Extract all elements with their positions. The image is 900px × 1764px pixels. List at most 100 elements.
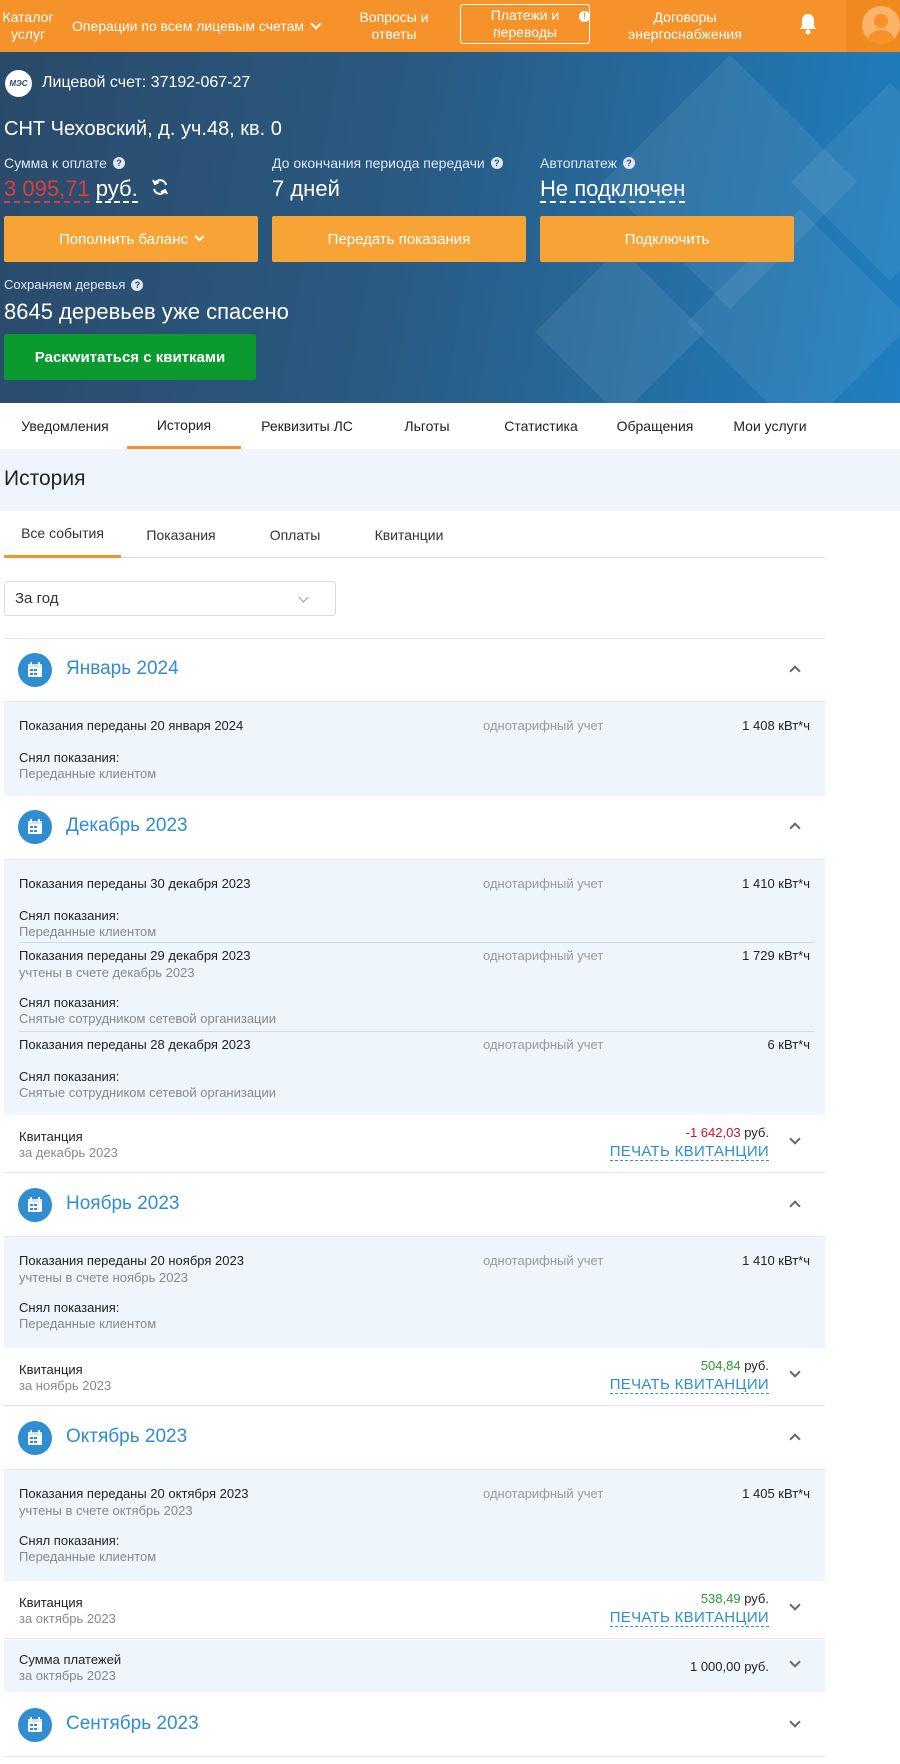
chevron-down-icon[interactable] bbox=[789, 1366, 801, 1378]
month-header[interactable]: Ноябрь 2023 bbox=[4, 1174, 825, 1236]
tab-statistics[interactable]: Статистика bbox=[486, 403, 596, 449]
receipt-row[interactable]: Квитанция за ноябрь 2023 504,84 руб. ПЕЧ… bbox=[4, 1348, 825, 1406]
month-title: Ноябрь 2023 bbox=[66, 1193, 180, 1214]
connect-autopay-button[interactable]: Подключить bbox=[540, 216, 794, 262]
help-icon[interactable]: ? bbox=[131, 278, 144, 291]
reading-title: Показания переданы 20 октября 2023 bbox=[19, 1486, 249, 1501]
tab-my-services[interactable]: Мои услуги bbox=[714, 403, 826, 449]
receipt-title: Квитанция bbox=[19, 1129, 83, 1144]
topup-balance-button[interactable]: Пополнить баланс bbox=[4, 216, 258, 262]
reading-tariff: однотарифный учет bbox=[483, 876, 604, 891]
chevron-up-icon[interactable] bbox=[789, 665, 801, 677]
autopay-status[interactable]: Не подключен bbox=[540, 176, 686, 203]
print-receipt-link[interactable]: ПЕЧАТЬ КВИТАНЦИИ bbox=[609, 1609, 769, 1627]
chevron-down-icon[interactable] bbox=[789, 1716, 801, 1728]
month-header[interactable]: Январь 2024 bbox=[4, 639, 825, 701]
help-icon[interactable]: ? bbox=[490, 157, 503, 169]
tab-account-details[interactable]: Реквизиты ЛС bbox=[248, 403, 366, 449]
receipt-period: за ноябрь 2023 bbox=[19, 1378, 112, 1393]
submit-readings-label: Передать показания bbox=[327, 230, 471, 248]
receipt-period: за декабрь 2023 bbox=[19, 1145, 118, 1160]
reading-billed-in: учтены в счете ноябрь 2023 bbox=[19, 1270, 188, 1285]
receipt-row[interactable]: Квитанция за октябрь 2023 538,49 руб. ПЕ… bbox=[4, 1581, 825, 1639]
chevron-down-icon bbox=[298, 592, 309, 603]
tab-readings[interactable]: Показания bbox=[126, 511, 236, 558]
reading-title: Показания переданы 20 ноября 2023 bbox=[19, 1253, 244, 1268]
trees-label-text: Сохраняем деревья bbox=[4, 277, 126, 292]
tab-history[interactable]: История bbox=[127, 403, 241, 449]
history-header: История bbox=[0, 449, 900, 511]
payments-sum-row[interactable]: Сумма платежей за октябрь 2023 1 000,00 … bbox=[4, 1640, 825, 1692]
account-number: Лицевой счет: 37192-067-27 bbox=[42, 74, 250, 92]
tab-all-events[interactable]: Все события bbox=[4, 511, 121, 558]
reading-billed-in: учтены в счете декабрь 2023 bbox=[19, 965, 195, 980]
nav-catalog[interactable]: Каталог услуг bbox=[0, 0, 56, 52]
chevron-down-icon[interactable] bbox=[789, 1656, 801, 1668]
sum-amount[interactable]: 3 095,71 bbox=[4, 176, 90, 203]
chevron-up-icon[interactable] bbox=[789, 1433, 801, 1445]
user-avatar-icon[interactable] bbox=[862, 6, 900, 44]
trees-label: Сохраняем деревья? bbox=[4, 277, 144, 292]
history-filter-tabs: Все события Показания Оплаты Квитанции bbox=[4, 511, 825, 558]
month-header[interactable]: Октябрь 2023 bbox=[4, 1407, 825, 1469]
reading-taken-by: Переданные клиентом bbox=[19, 766, 157, 781]
receipt-title: Квитанция bbox=[19, 1362, 83, 1377]
month-header[interactable]: Сентябрь 2023 bbox=[4, 1694, 825, 1756]
reading-value: 1 410 кВт*ч bbox=[742, 1253, 810, 1268]
month-header[interactable]: Декабрь 2023 bbox=[4, 796, 825, 858]
reading-title: Показания переданы 30 декабря 2023 bbox=[19, 876, 251, 891]
receipt-row[interactable]: Квитанция за декабрь 2023 -1 642,03 руб.… bbox=[4, 1115, 825, 1173]
reading-taken-by-label: Снял показания: bbox=[19, 750, 120, 765]
receipt-amount: -1 642,03 руб. bbox=[686, 1125, 769, 1140]
reading-tariff: однотарифный учет bbox=[483, 1037, 604, 1052]
reading-tariff: однотарифный учет bbox=[483, 718, 604, 733]
mes-logo: МЭС bbox=[5, 70, 32, 97]
month-title: Январь 2024 bbox=[66, 658, 179, 679]
nav-payments[interactable]: Платежи и переводы! bbox=[460, 4, 590, 44]
autopay-value[interactable]: Не подключен bbox=[540, 176, 686, 203]
nav-operations[interactable]: Операции по всем лицевым счетам bbox=[66, 0, 326, 52]
reading-title: Показания переданы 28 декабря 2023 bbox=[19, 1037, 251, 1052]
submit-readings-button[interactable]: Передать показания bbox=[272, 216, 526, 262]
reading-tariff: однотарифный учет bbox=[483, 1253, 604, 1268]
tab-notifications[interactable]: Уведомления bbox=[4, 403, 126, 449]
help-icon[interactable]: ? bbox=[112, 157, 125, 169]
tab-benefits[interactable]: Льготы bbox=[376, 403, 478, 449]
nav-faq[interactable]: Вопросы и ответы bbox=[344, 0, 444, 52]
reading-title: Показания переданы 20 января 2024 bbox=[19, 718, 244, 733]
period-select-value: За год bbox=[15, 590, 59, 607]
refresh-icon[interactable] bbox=[150, 177, 170, 203]
chevron-up-icon[interactable] bbox=[789, 1200, 801, 1212]
tab-payments[interactable]: Оплаты bbox=[240, 511, 350, 558]
nav-contracts[interactable]: Договоры энергоснабжения bbox=[610, 0, 760, 52]
reading-value: 1 405 кВт*ч bbox=[742, 1486, 810, 1501]
print-receipt-link[interactable]: ПЕЧАТЬ КВИТАНЦИИ bbox=[609, 1376, 769, 1394]
chevron-down-icon[interactable] bbox=[789, 1599, 801, 1611]
reading-taken-by: Переданные клиентом bbox=[19, 1549, 157, 1564]
period-label-text: До окончания периода передачи bbox=[272, 155, 485, 171]
chevron-up-icon[interactable] bbox=[789, 822, 801, 834]
chevron-down-icon[interactable] bbox=[789, 1133, 801, 1145]
reading-taken-by: Переданные клиентом bbox=[19, 1316, 157, 1331]
help-icon[interactable]: ? bbox=[623, 157, 635, 169]
decorative-shape bbox=[535, 247, 705, 403]
bell-icon[interactable] bbox=[796, 12, 820, 36]
reading-taken-by-label: Снял показания: bbox=[19, 1300, 120, 1315]
tab-receipts[interactable]: Квитанции bbox=[354, 511, 464, 558]
reading-value: 1 729 кВт*ч bbox=[742, 948, 810, 963]
readings-panel: Показания переданы 20 ноября 2023 учтены… bbox=[4, 1237, 825, 1348]
reading-value: 1 410 кВт*ч bbox=[742, 876, 810, 891]
avatar-container[interactable] bbox=[846, 0, 900, 52]
receipt-amount-unit: руб. bbox=[744, 1125, 769, 1140]
account-label: Лицевой счет: bbox=[42, 74, 147, 91]
nav-contracts-label: Договоры энергоснабжения bbox=[628, 9, 742, 42]
paperless-button[interactable]: Раскwитаться с квитками bbox=[4, 334, 256, 380]
reading-value: 6 кВт*ч bbox=[767, 1037, 810, 1052]
print-receipt-link[interactable]: ПЕЧАТЬ КВИТАНЦИИ bbox=[609, 1143, 769, 1161]
period-select[interactable]: За год bbox=[4, 581, 336, 616]
tab-requests[interactable]: Обращения bbox=[604, 403, 706, 449]
calendar-icon bbox=[18, 653, 52, 687]
sum-label-text: Сумма к оплате bbox=[4, 155, 107, 171]
calendar-icon bbox=[18, 1708, 52, 1742]
reading-taken-by: Снятые сотрудником сетевой организации bbox=[19, 1011, 277, 1026]
